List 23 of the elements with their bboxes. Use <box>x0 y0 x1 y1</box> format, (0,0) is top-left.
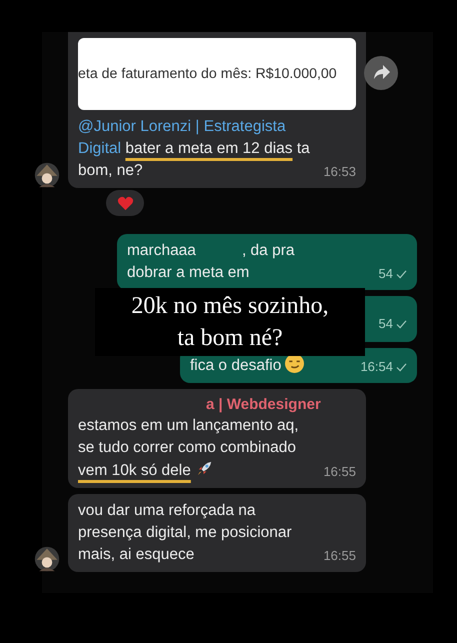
card-text: eta de faturamento do mês: R$10.000,00 <box>78 65 337 84</box>
message-text: fica o desafio <box>190 354 352 377</box>
message-text: vou dar uma reforçada na presença digital, me posicionar mais, ai esquece <box>78 501 293 565</box>
message-time: 54 <box>378 265 393 283</box>
message-text: estamos em um lançamento aq, se tudo correr como combinado vem 10k só dele <box>78 416 300 481</box>
message-time: 54 <box>378 315 393 333</box>
check-icon <box>396 320 407 328</box>
forward-button[interactable] <box>364 56 398 90</box>
message-time: 16:55 <box>323 547 356 565</box>
message-text: @Junior Lorenzi | Estrategista Digital bater a meta em 12 dias ta bom, ne? <box>78 117 311 181</box>
avatar-icon <box>34 546 60 572</box>
caption-text: 20k no mês sozinho, ta bom né? <box>95 288 365 356</box>
smirking-face-icon <box>285 354 304 373</box>
message-text: marchaaa , da pra dobrar a meta em <box>127 241 296 283</box>
heart-icon <box>116 196 134 210</box>
check-icon <box>396 270 407 278</box>
sender-name: a | Webdesigner <box>205 395 322 415</box>
avatar-icon <box>34 162 60 188</box>
reaction-badge[interactable] <box>106 190 144 216</box>
message-time: 16:54 <box>360 358 393 376</box>
check-icon <box>396 362 407 372</box>
message-time: 16:55 <box>323 463 356 481</box>
message-time: 16:53 <box>323 163 356 181</box>
